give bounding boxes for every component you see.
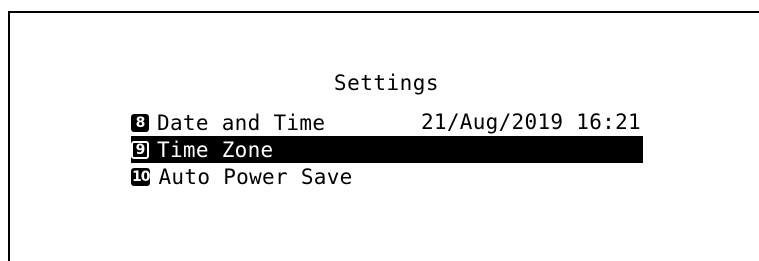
settings-menu: 8 Date and Time 21/Aug/2019 16:21 9 Time… <box>131 109 643 190</box>
menu-item-auto-power-save[interactable]: 10 Auto Power Save <box>131 163 643 190</box>
menu-item-date-and-time[interactable]: 8 Date and Time 21/Aug/2019 16:21 <box>131 109 643 136</box>
date-time-value: 21/Aug/2019 16:21 <box>420 110 641 134</box>
screen-title: Settings <box>333 71 440 95</box>
menu-item-label: Auto Power Save <box>158 164 353 189</box>
menu-item-time-zone[interactable]: 9 Time Zone <box>131 136 643 163</box>
menu-number-badge: 10 <box>131 167 151 186</box>
menu-number-badge: 9 <box>131 140 149 159</box>
menu-item-label: Date and Time <box>157 110 326 135</box>
menu-number-badge: 8 <box>131 113 149 132</box>
menu-item-label: Time Zone <box>157 137 274 162</box>
